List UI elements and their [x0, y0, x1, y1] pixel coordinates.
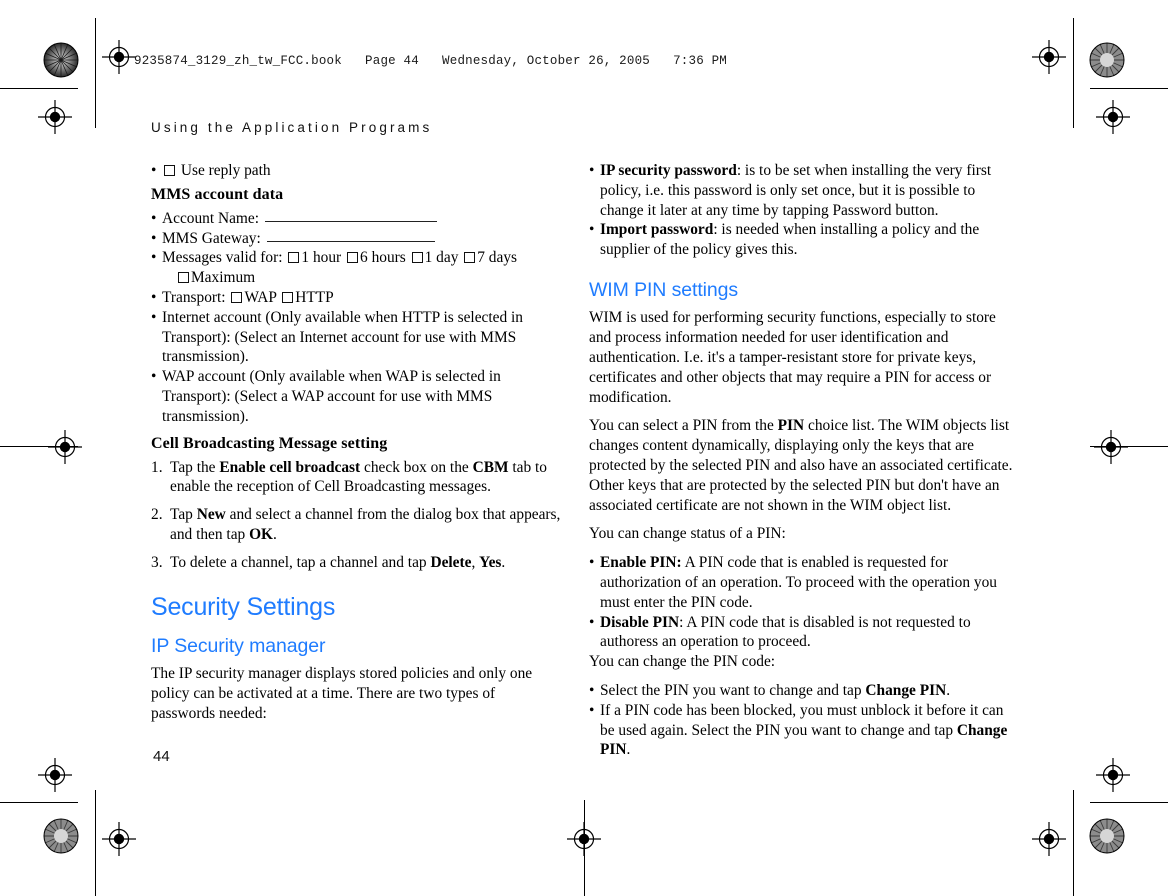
- manual-page: 9235874_3129_zh_tw_FCC.book Page 44 Wedn…: [0, 0, 1168, 896]
- paragraph-status-lead: You can change status of a PIN:: [589, 525, 786, 543]
- two-column-body: • Use reply path MMS account data • Acco…: [151, 161, 1031, 760]
- step-bold-term-1: Delete: [430, 553, 472, 571]
- step-number: 3.: [151, 553, 163, 571]
- option-label-maximum: Maximum: [191, 269, 256, 287]
- option-label-1-day: 1 day: [424, 249, 459, 267]
- bullet-dot: •: [151, 368, 157, 386]
- list-item-disable-pin: • Disable PIN: A PIN code that is disabl…: [589, 613, 1021, 653]
- list-item-text-pre: Select the PIN you want to change and ta…: [600, 681, 866, 699]
- checkbox-use-reply-path[interactable]: [164, 165, 175, 176]
- bullet-dot: •: [151, 209, 157, 227]
- bullet-dot: •: [589, 221, 595, 239]
- list-item-select-pin-change: • Select the PIN you want to change and …: [589, 681, 1021, 701]
- bullet-dot: •: [589, 701, 595, 719]
- list-item-text-post: .: [626, 741, 631, 759]
- list-item-import-password: • Import password: is needed when instal…: [589, 220, 1021, 260]
- checkbox-http[interactable]: [282, 291, 294, 303]
- option-label-http: HTTP: [295, 288, 334, 306]
- bullet-dot: •: [151, 249, 157, 267]
- term-enable-pin: Enable PIN:: [600, 554, 682, 572]
- checkbox-1-hour[interactable]: [288, 252, 300, 264]
- checkbox-wap[interactable]: [231, 291, 243, 303]
- list-item-text-pre: If a PIN code has been blocked, you must…: [600, 701, 1004, 739]
- checkbox-7-days[interactable]: [464, 252, 476, 264]
- list-item-wap-account: • WAP account (Only available when WAP i…: [151, 367, 561, 426]
- subsection-heading-ip-security-manager: IP Security manager: [151, 634, 326, 657]
- list-item-text: WAP account (Only available when WAP is …: [162, 368, 501, 425]
- step-bold-term-1: Enable cell broadcast: [219, 458, 361, 476]
- step-number: 2.: [151, 506, 163, 524]
- field-label: Messages valid for:: [162, 249, 283, 267]
- option-label-1-hour: 1 hour: [301, 249, 342, 267]
- checkbox-maximum[interactable]: [178, 272, 189, 284]
- field-label: Transport:: [162, 288, 226, 306]
- paragraph-wim-intro: WIM is used for performing security func…: [589, 309, 996, 406]
- write-in-rule[interactable]: [264, 220, 437, 222]
- field-label: Account Name:: [162, 209, 260, 227]
- option-label-6-hours: 6 hours: [360, 249, 406, 267]
- print-header-file-line: 9235874_3129_zh_tw_FCC.book Page 44 Wedn…: [134, 54, 727, 68]
- field-transport: • Transport: WAP HTTP: [151, 288, 561, 308]
- list-item-label: Use reply path: [180, 162, 271, 179]
- field-label: MMS Gateway:: [162, 229, 261, 247]
- bullet-dot: •: [589, 681, 595, 699]
- step-bold-term-2: Yes: [479, 553, 502, 571]
- page-number: 44: [153, 748, 170, 765]
- list-item-text-post: .: [946, 681, 951, 699]
- list-item-use-reply-path: • Use reply path: [151, 161, 561, 181]
- paragraph-pin-choice-list: You can select a PIN from the PIN choice…: [589, 416, 1021, 515]
- bullet-dot: •: [589, 613, 595, 631]
- step-text-pre: Tap the: [170, 458, 220, 476]
- bullet-dot: •: [589, 554, 595, 572]
- subheading-mms-account-data: MMS account data: [151, 185, 284, 203]
- option-label-wap: WAP: [244, 288, 277, 306]
- numbered-step-2: 2. Tap New and select a channel from the…: [151, 505, 561, 544]
- list-item-ip-security-password: • IP security password: is to be set whe…: [589, 161, 1021, 220]
- bullet-dot: •: [151, 162, 157, 179]
- list-item-enable-pin: • Enable PIN: A PIN code that is enabled…: [589, 553, 1021, 612]
- bullet-dot: •: [151, 288, 157, 306]
- field-account-name: • Account Name:: [151, 209, 561, 229]
- term-pin: PIN: [777, 417, 805, 435]
- numbered-step-3: 3. To delete a channel, tap a channel an…: [151, 553, 561, 572]
- option-label-7-days: 7 days: [477, 249, 518, 267]
- list-item-internet-account: • Internet account (Only available when …: [151, 308, 561, 367]
- checkbox-6-hours[interactable]: [347, 252, 359, 264]
- bullet-dot: •: [589, 162, 595, 179]
- step-text-post: .: [273, 525, 277, 543]
- step-text-pre: Tap: [170, 506, 197, 524]
- term-ip-security-password: IP security password: [600, 162, 737, 179]
- step-text-post: .: [501, 553, 506, 571]
- list-item-text: Internet account (Only available when HT…: [162, 308, 523, 366]
- step-text-mid: and select a channel from the dialog box…: [170, 506, 561, 543]
- section-heading-security-settings: Security Settings: [151, 593, 336, 622]
- subheading-cell-broadcasting: Cell Broadcasting Message setting: [151, 434, 388, 452]
- left-column: • Use reply path MMS account data • Acco…: [151, 161, 561, 760]
- list-item-blocked-pin-unblock: • If a PIN code has been blocked, you mu…: [589, 701, 1021, 760]
- step-bold-term-2: OK: [249, 525, 274, 543]
- paragraph-code-lead: You can change the PIN code:: [589, 653, 776, 671]
- step-bold-term-2: CBM: [472, 458, 509, 476]
- subsection-heading-wim-pin-settings: WIM PIN settings: [589, 278, 739, 301]
- step-bold-term-1: New: [196, 506, 226, 524]
- running-head: Using the Application Programs: [151, 120, 433, 135]
- paragraph-ip-security-manager: The IP security manager displays stored …: [151, 665, 533, 722]
- paragraph-text-pre: You can select a PIN from the: [589, 417, 778, 435]
- term-change-pin: Change PIN: [865, 681, 947, 699]
- right-column: • IP security password: is to be set whe…: [589, 161, 1021, 760]
- step-text-mid: check box on the: [360, 458, 473, 476]
- bullet-dot: •: [151, 308, 157, 326]
- bullet-dot: •: [151, 229, 157, 247]
- step-text-pre: To delete a channel, tap a channel and t…: [170, 553, 431, 571]
- checkbox-1-day[interactable]: [411, 252, 423, 264]
- numbered-step-1: 1. Tap the Enable cell broadcast check b…: [151, 458, 561, 497]
- term-disable-pin: Disable PIN: [600, 613, 680, 631]
- write-in-rule[interactable]: [266, 240, 435, 242]
- step-number: 1.: [151, 458, 163, 476]
- field-mms-gateway: • MMS Gateway:: [151, 229, 561, 249]
- term-import-password: Import password: [600, 221, 714, 239]
- field-messages-valid-for: • Messages valid for: 1 hour 6 hours 1 d…: [151, 248, 561, 288]
